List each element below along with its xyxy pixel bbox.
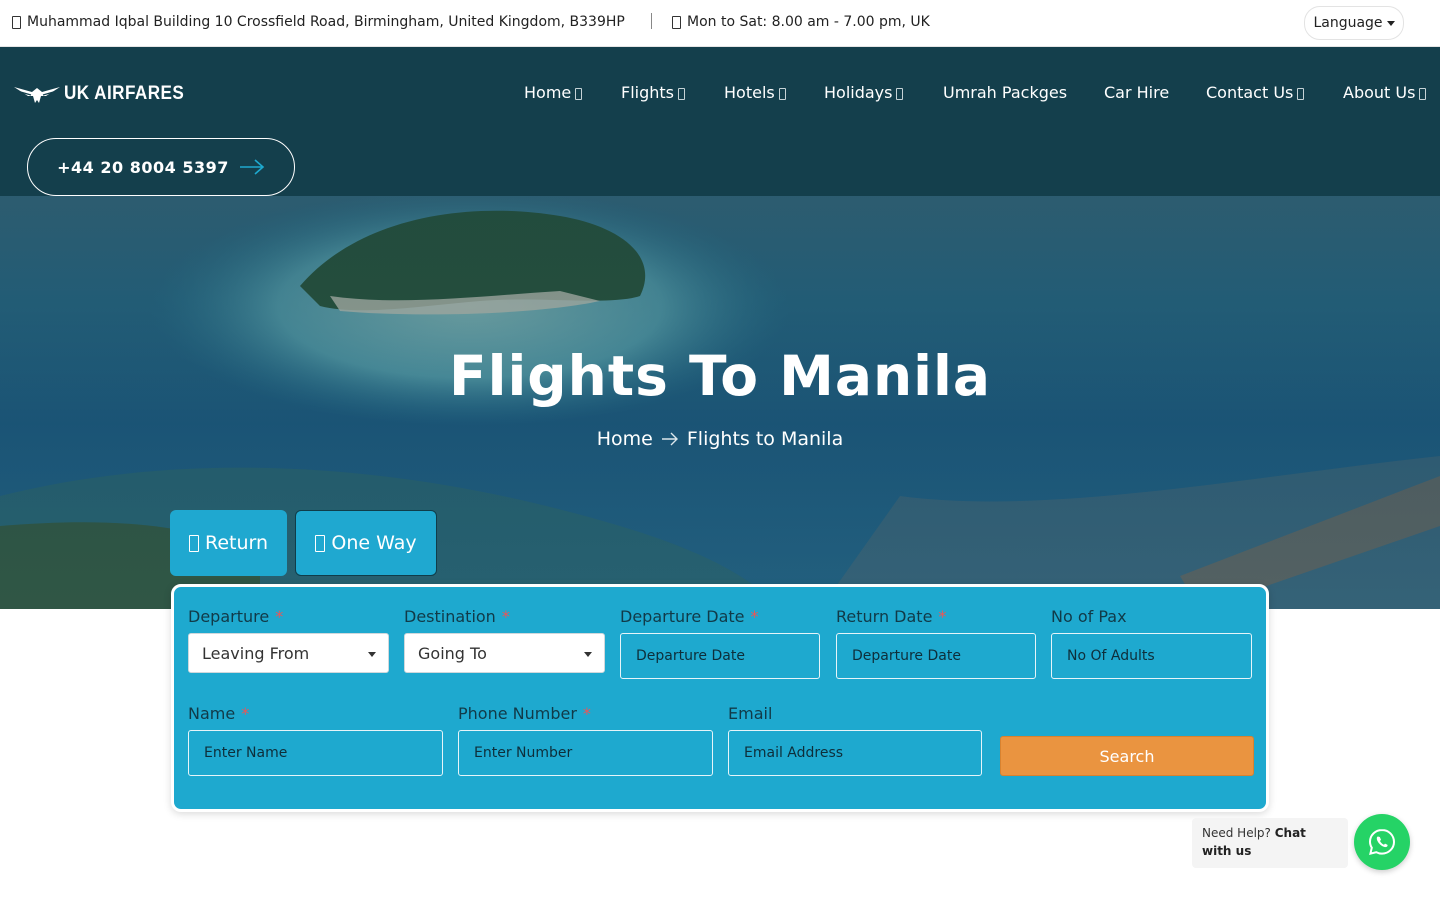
tab-return[interactable]: Return — [170, 510, 287, 576]
chevron-down-icon — [678, 88, 685, 100]
breadcrumb: Home Flights to Manila — [0, 428, 1440, 450]
chevron-down-icon — [1297, 88, 1305, 100]
email-label: Email — [728, 704, 773, 723]
eagle-logo-icon — [14, 87, 60, 103]
destination-select[interactable]: Going To — [404, 633, 605, 673]
pax-label: No of Pax — [1051, 607, 1127, 626]
breadcrumb-home[interactable]: Home — [597, 428, 653, 450]
phone-input[interactable]: Enter Number — [458, 730, 713, 776]
pax-input[interactable]: No Of Adults — [1051, 633, 1252, 679]
site-header: UK AIRFARES Home Flights Hotels Holidays… — [0, 47, 1440, 196]
top-info-bar: Muhammad Iqbal Building 10 Crossfield Ro… — [0, 0, 1440, 47]
need-help-text: Need Help? — [1202, 826, 1271, 840]
arrow-right-icon — [239, 159, 265, 175]
tab-one-way[interactable]: One Way — [295, 510, 437, 576]
departure-select[interactable]: Leaving From — [188, 633, 389, 673]
tab-label: One Way — [331, 532, 417, 554]
tab-label: Return — [204, 532, 269, 554]
departure-date-input[interactable]: Departure Date — [620, 633, 820, 679]
phone-label: Phone Number * — [458, 704, 591, 723]
nav-item-car-hire[interactable]: Car Hire — [1104, 83, 1169, 102]
name-input[interactable]: Enter Name — [188, 730, 443, 776]
divider — [651, 13, 652, 29]
destination-value: Going To — [418, 643, 487, 663]
hours-text: Mon to Sat: 8.00 am - 7.00 pm, UK — [687, 14, 930, 30]
map-marker-icon — [12, 15, 21, 29]
destination-label: Destination * — [404, 607, 510, 626]
return-date-label: Return Date * — [836, 607, 947, 626]
nav-item-label: Hotels — [724, 83, 775, 102]
phone-number: +44 20 8004 5397 — [57, 157, 229, 177]
chevron-down-icon — [896, 88, 904, 100]
chevron-down-icon — [584, 652, 592, 657]
language-dropdown[interactable]: Language — [1304, 6, 1404, 40]
one-way-icon — [315, 534, 326, 552]
logo-text: UK AIRFARES — [64, 83, 185, 104]
nav-item-home[interactable]: Home — [524, 83, 583, 102]
nav-item-umrah[interactable]: Umrah Packges — [943, 83, 1067, 102]
name-label: Name * — [188, 704, 250, 723]
nav-item-label: Umrah Packges — [943, 83, 1068, 102]
call-button[interactable]: +44 20 8004 5397 — [27, 138, 295, 196]
return-trip-icon — [188, 534, 199, 552]
whatsapp-icon — [1368, 828, 1396, 855]
hours-block: Mon to Sat: 8.00 am - 7.00 pm, UK — [672, 14, 930, 30]
language-label: Language — [1313, 15, 1383, 31]
chevron-down-icon — [1419, 88, 1427, 100]
departure-label: Departure * — [188, 607, 284, 626]
departure-date-label: Departure Date * — [620, 607, 759, 626]
nav-item-label: Holidays — [824, 83, 893, 102]
chevron-down-icon — [778, 88, 786, 100]
clock-icon — [672, 15, 681, 29]
nav-item-label: Car Hire — [1104, 83, 1170, 102]
flight-search-form: Departure * Destination * Departure Date * … — [171, 584, 1269, 812]
chevron-down-icon — [575, 88, 583, 100]
email-input[interactable]: Email Address — [728, 730, 982, 776]
breadcrumb-current: Flights to Manila — [686, 428, 844, 450]
return-date-input[interactable]: Departure Date — [836, 633, 1036, 679]
nav-item-label: Contact Us — [1206, 83, 1294, 102]
address-text: Muhammad Iqbal Building 10 Crossfield Ro… — [27, 14, 625, 30]
search-button[interactable]: Search — [1000, 736, 1254, 776]
chat-help-bubble[interactable]: Need Help? Chat with us — [1192, 818, 1348, 868]
nav-item-label: About Us — [1343, 83, 1416, 102]
nav-item-label: Home — [524, 83, 572, 102]
whatsapp-button[interactable] — [1354, 814, 1410, 870]
page-title: Flights To Manila — [449, 344, 991, 408]
nav-item-about[interactable]: About Us — [1343, 83, 1427, 102]
chevron-down-icon — [1386, 20, 1395, 26]
nav-item-holidays[interactable]: Holidays — [824, 83, 904, 102]
nav-item-contact[interactable]: Contact Us — [1206, 83, 1305, 102]
site-logo[interactable]: UK AIRFARES — [14, 83, 198, 105]
nav-item-label: Flights — [621, 83, 674, 102]
address-block: Muhammad Iqbal Building 10 Crossfield Ro… — [12, 14, 625, 30]
nav-item-hotels[interactable]: Hotels — [724, 83, 786, 102]
nav-item-flights[interactable]: Flights — [621, 83, 685, 102]
chevron-down-icon — [368, 652, 376, 657]
departure-value: Leaving From — [202, 643, 310, 663]
arrow-right-icon — [661, 432, 678, 446]
